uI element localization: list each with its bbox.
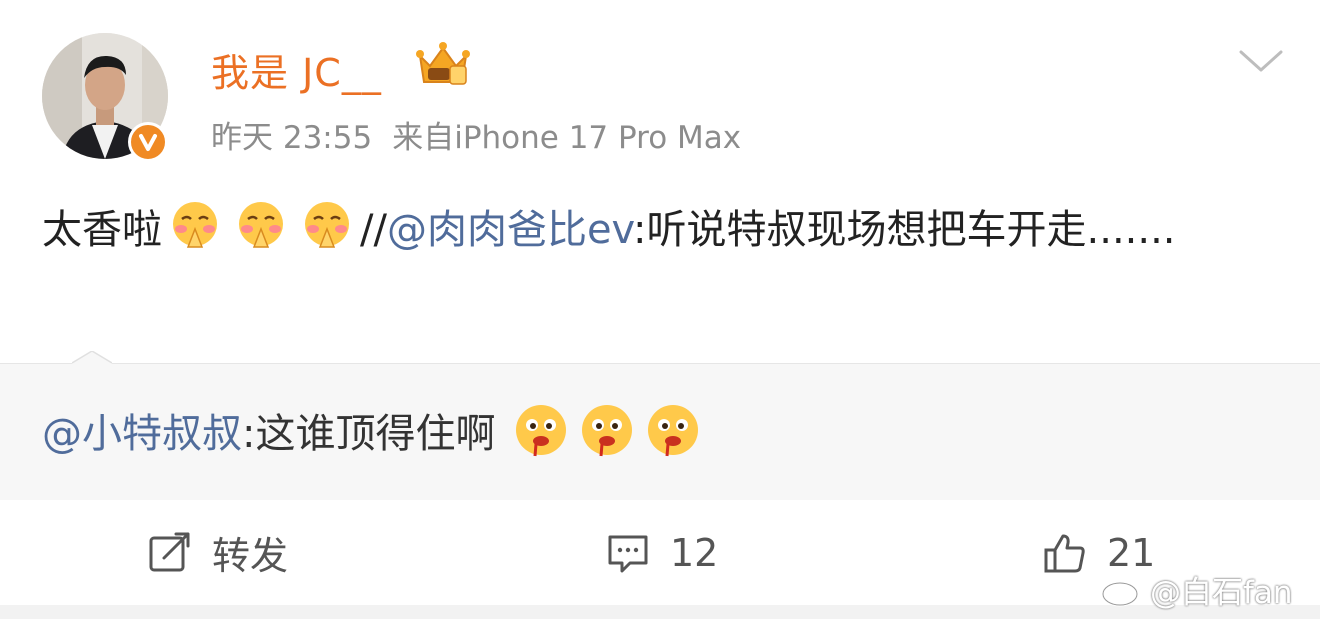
forward-label: 转发	[212, 534, 289, 578]
pray-blush-emoji-icon	[173, 202, 217, 248]
post-source: 来自iPhone 17 Pro Max	[392, 120, 742, 156]
post-mention-link[interactable]: @肉肉爸比ev	[387, 207, 633, 253]
watermark: @白石fan	[1100, 567, 1293, 612]
repost-mention-link[interactable]: @小特叔叔	[42, 411, 242, 457]
comment-icon	[608, 535, 648, 572]
comment-count: 12	[670, 530, 719, 575]
drooling-emoji-icon	[582, 405, 633, 457]
post-meta: 昨天 23:55 来自iPhone 17 Pro Max	[211, 112, 741, 157]
drooling-emoji-icon	[648, 405, 699, 457]
repost-notch	[72, 351, 112, 377]
post-text: 太香啦 //@肉肉爸比ev:听说特叔现场想把车开走.......	[42, 193, 1292, 267]
watermark-text: @白石fan	[1150, 575, 1293, 611]
repost-text: @小特叔叔:这谁顶得住啊	[42, 401, 706, 459]
pray-blush-emoji-icon	[305, 202, 349, 248]
post-text-prefix: 太香啦	[42, 207, 162, 253]
drooling-emoji-icon	[516, 405, 567, 457]
repost-body: :这谁顶得住啊	[242, 411, 496, 457]
chevron-down-icon[interactable]	[1238, 46, 1284, 76]
verified-badge	[128, 122, 168, 162]
pray-blush-emoji-icon	[239, 202, 283, 248]
forward-button[interactable]: 转发	[148, 500, 288, 605]
comment-button[interactable]: 12	[606, 500, 718, 605]
forward-icon	[149, 532, 190, 571]
repost-separator: //	[360, 207, 387, 253]
username[interactable]: 我是 JC__	[211, 42, 382, 97]
crown-icon	[414, 40, 472, 90]
thumbs-up-icon	[1044, 534, 1085, 572]
post-text-suffix: :听说特叔现场想把车开走.......	[633, 207, 1176, 253]
weibo-logo-icon	[1101, 575, 1142, 606]
post-time: 昨天 23:55	[211, 120, 373, 156]
